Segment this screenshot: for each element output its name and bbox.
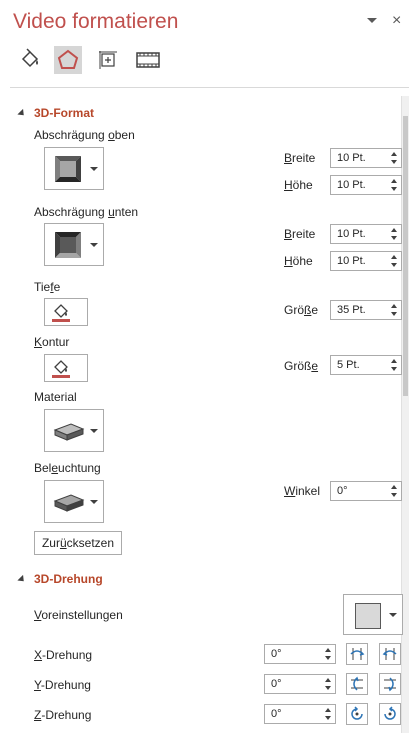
lighting-preview-icon xyxy=(53,494,85,512)
spinner-icon[interactable] xyxy=(390,357,399,373)
paint-bucket-icon xyxy=(52,304,70,322)
spinner-icon[interactable] xyxy=(390,483,399,499)
chevron-down-icon xyxy=(90,242,98,247)
tabs-divider xyxy=(10,87,409,88)
z-rotation-label: Z-Drehung xyxy=(34,708,92,722)
z-rotation-input[interactable]: 0° xyxy=(264,704,336,724)
rotate-down-y-icon xyxy=(384,677,396,692)
chevron-down-icon xyxy=(90,428,98,433)
y-rotate-down-button[interactable] xyxy=(379,673,401,695)
preset-preview-icon xyxy=(355,603,381,629)
bevel-preview-icon xyxy=(55,156,81,182)
contour-size-input[interactable]: 5 Pt. xyxy=(330,355,402,375)
bevel-bottom-gallery[interactable] xyxy=(44,223,104,266)
rotate-clockwise-icon xyxy=(384,706,396,720)
y-rotate-up-button[interactable] xyxy=(346,673,368,695)
material-gallery[interactable] xyxy=(44,409,104,452)
video-icon xyxy=(136,52,160,68)
section-3d-format[interactable]: 3D-Format xyxy=(17,106,95,120)
tab-video[interactable] xyxy=(134,46,162,74)
tab-size-properties[interactable] xyxy=(94,46,122,74)
bevel-bottom-height-label: Höhe xyxy=(284,254,313,268)
lighting-label: Beleuchtung xyxy=(34,461,101,475)
section-3d-rotation-heading: 3D-Drehung xyxy=(34,572,103,586)
scrollbar[interactable] xyxy=(401,96,409,733)
depth-label: Tiefe xyxy=(34,280,61,294)
rotate-right-x-icon xyxy=(382,648,397,660)
lighting-gallery[interactable] xyxy=(44,480,104,523)
scrollbar-thumb[interactable] xyxy=(403,116,408,396)
collapse-triangle-icon xyxy=(17,574,27,584)
bevel-top-height-label: Höhe xyxy=(284,178,313,192)
x-rotate-right-button[interactable] xyxy=(379,643,401,665)
panel-title: Video formatieren xyxy=(13,10,179,33)
chevron-down-icon xyxy=(90,166,98,171)
reset-button[interactable]: Zur ü cksetzen xyxy=(34,531,122,555)
material-preview-icon xyxy=(53,423,85,441)
depth-color-button[interactable] xyxy=(44,298,88,326)
y-rotation-label: Y-Drehung xyxy=(34,678,91,692)
section-3d-rotation[interactable]: 3D-Drehung xyxy=(17,572,103,586)
z-rotate-counterclockwise-button[interactable] xyxy=(346,703,368,725)
bevel-bottom-height-input[interactable]: 10 Pt. xyxy=(330,251,402,271)
z-rotate-clockwise-button[interactable] xyxy=(379,703,401,725)
fill-line-icon xyxy=(21,48,39,68)
contour-color-button[interactable] xyxy=(44,354,88,382)
effects-pentagon-icon xyxy=(57,49,79,69)
bevel-bottom-width-label: Breite xyxy=(284,227,316,241)
bevel-top-label: Abschrägung oben xyxy=(34,128,135,142)
x-rotation-label: X-Drehung xyxy=(34,648,93,662)
rotate-counterclockwise-icon xyxy=(351,706,363,720)
tab-effects[interactable] xyxy=(54,46,82,74)
section-3d-format-heading: 3D-Format xyxy=(34,106,95,120)
bevel-preview-icon xyxy=(55,232,81,258)
rotate-up-y-icon xyxy=(351,676,363,691)
chevron-down-icon xyxy=(90,499,98,504)
spinner-icon[interactable] xyxy=(324,676,333,692)
bevel-bottom-width-input[interactable]: 10 Pt. xyxy=(330,224,402,244)
spinner-icon[interactable] xyxy=(390,177,399,193)
bevel-top-width-input[interactable]: 10 Pt. xyxy=(330,148,402,168)
x-rotation-input[interactable]: 0° xyxy=(264,644,336,664)
bevel-bottom-label: Abschrägung unten xyxy=(34,205,139,219)
depth-size-input[interactable]: 35 Pt. xyxy=(330,300,402,320)
paint-bucket-icon xyxy=(52,360,70,378)
rotate-left-x-icon xyxy=(350,648,365,660)
panel-options-dropdown-icon[interactable] xyxy=(367,18,377,23)
collapse-triangle-icon xyxy=(17,108,27,118)
size-properties-icon xyxy=(99,51,117,69)
contour-size-label: Größe xyxy=(284,359,319,373)
spinner-icon[interactable] xyxy=(390,226,399,242)
y-rotation-input[interactable]: 0° xyxy=(264,674,336,694)
spinner-icon[interactable] xyxy=(390,302,399,318)
bevel-top-width-label: Breite xyxy=(284,151,316,165)
spinner-icon[interactable] xyxy=(390,253,399,269)
spinner-icon[interactable] xyxy=(390,150,399,166)
rotation-presets-gallery[interactable] xyxy=(343,594,403,635)
chevron-down-icon xyxy=(389,612,397,617)
spinner-icon[interactable] xyxy=(324,706,333,722)
presets-label: Voreinstellungen xyxy=(34,608,123,622)
x-rotate-left-button[interactable] xyxy=(346,643,368,665)
tab-fill-line[interactable] xyxy=(16,46,44,74)
bevel-top-height-input[interactable]: 10 Pt. xyxy=(330,175,402,195)
spinner-icon[interactable] xyxy=(324,646,333,662)
angle-input[interactable]: 0° xyxy=(330,481,402,501)
material-label: Material xyxy=(34,390,77,404)
bevel-top-gallery[interactable] xyxy=(44,147,104,190)
contour-label: Kontur xyxy=(34,335,70,349)
close-icon[interactable]: × xyxy=(392,13,401,29)
depth-size-label: Größe xyxy=(284,303,319,317)
angle-label: Winkel xyxy=(284,484,321,498)
